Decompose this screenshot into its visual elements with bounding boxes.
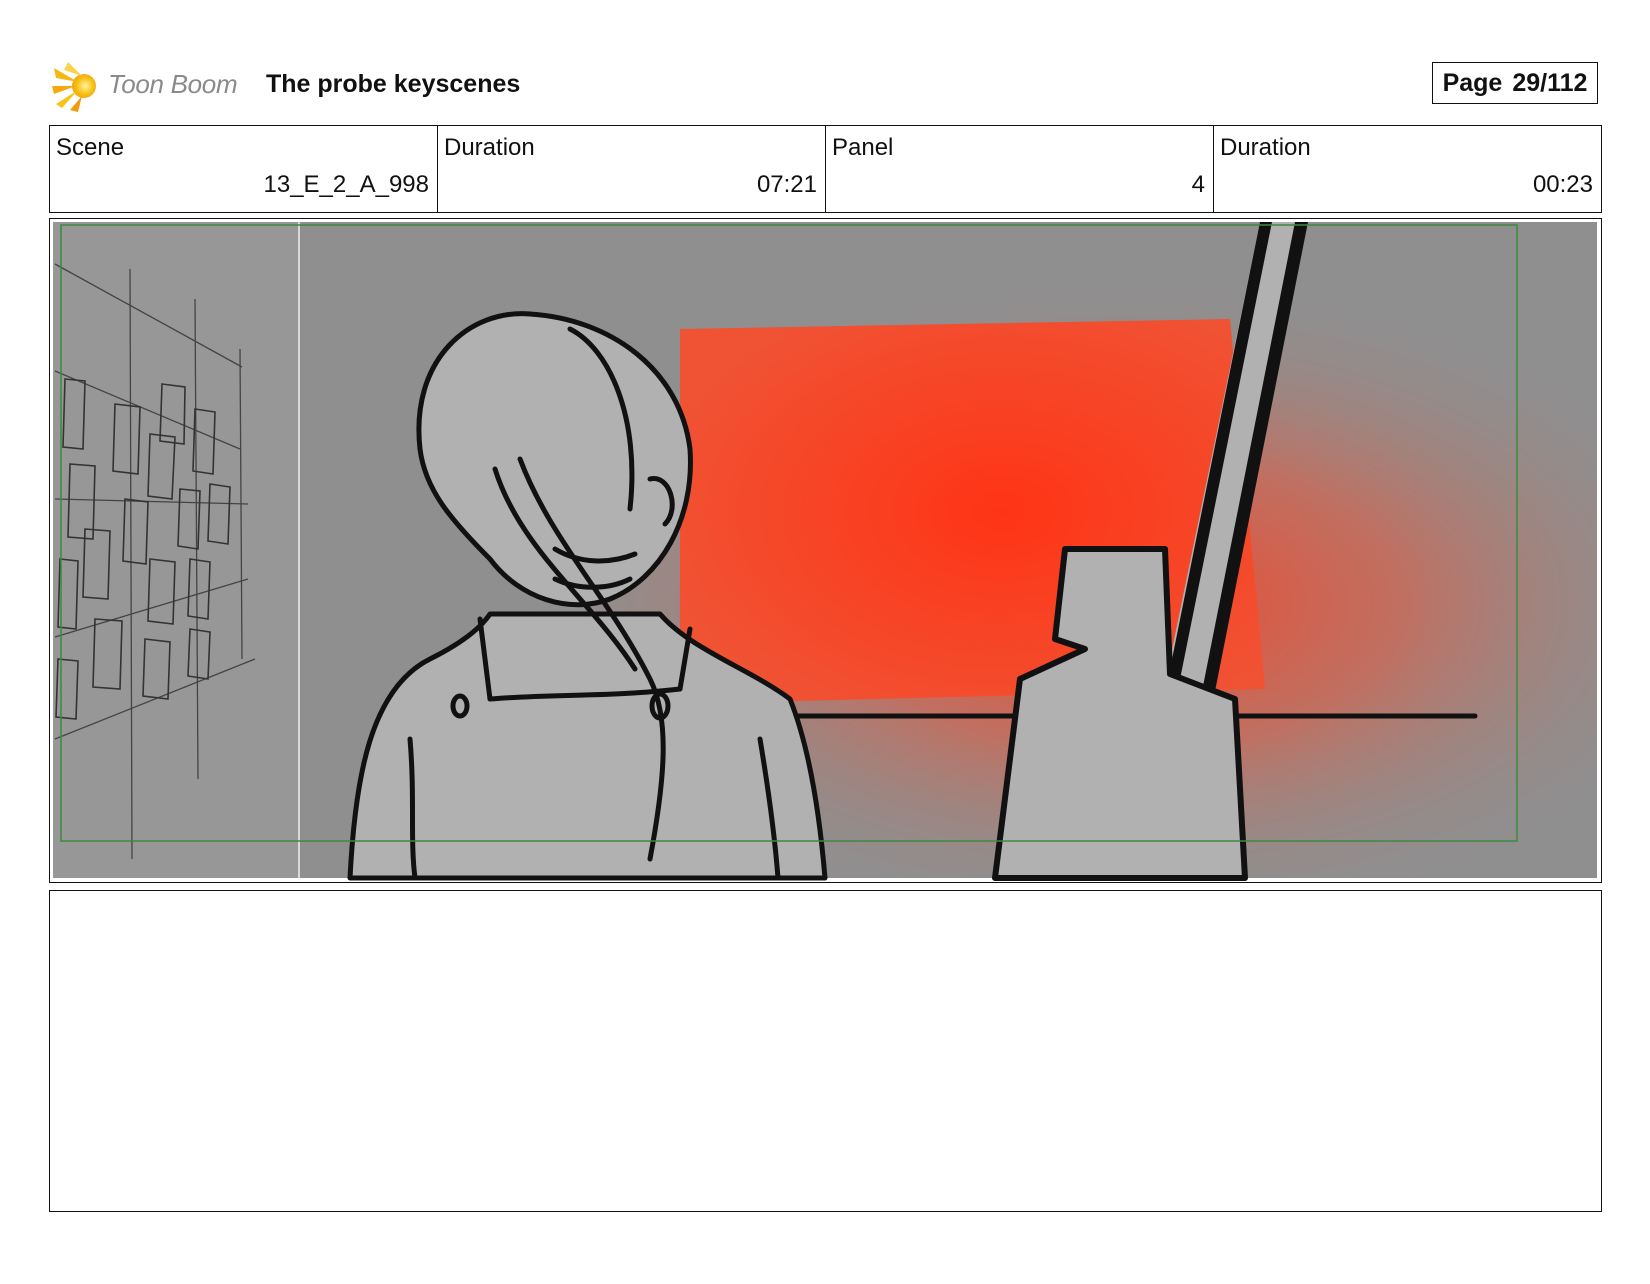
panel-notes-box[interactable] [49, 890, 1602, 1212]
panel-duration-label: Duration [1220, 134, 1311, 161]
page-header: Toon Boom The probe keyscenes Page 29/11… [52, 56, 1600, 116]
panel-duration-value: 00:23 [1532, 171, 1593, 198]
scene-duration-label: Duration [444, 134, 535, 161]
page-number: 29/112 [1512, 68, 1588, 97]
toon-boom-sun-icon [52, 62, 96, 112]
scene-info-table: Scene 13_E_2_A_998 Duration 07:21 Panel … [49, 125, 1602, 213]
project-title: The probe keyscenes [266, 70, 521, 98]
page-label: Page [1442, 68, 1503, 97]
panel-cell: Panel 4 [826, 126, 1214, 212]
panel-label: Panel [832, 134, 894, 161]
logo-text: Toon Boom [108, 69, 238, 99]
scene-value: 13_E_2_A_998 [263, 171, 430, 198]
panel-drawing [53, 222, 1597, 881]
panel-duration-cell: Duration 00:23 [1214, 126, 1601, 212]
scene-duration-value: 07:21 [756, 171, 817, 198]
scene-label: Scene [56, 134, 125, 161]
panel-value: 4 [1191, 171, 1205, 198]
page-indicator: Page 29/112 [1432, 62, 1598, 104]
toon-boom-logo: Toon Boom [52, 56, 252, 116]
scene-duration-cell: Duration 07:21 [438, 126, 826, 212]
storyboard-panel [49, 218, 1602, 883]
left-wall [53, 222, 299, 878]
scene-cell: Scene 13_E_2_A_998 [50, 126, 438, 212]
